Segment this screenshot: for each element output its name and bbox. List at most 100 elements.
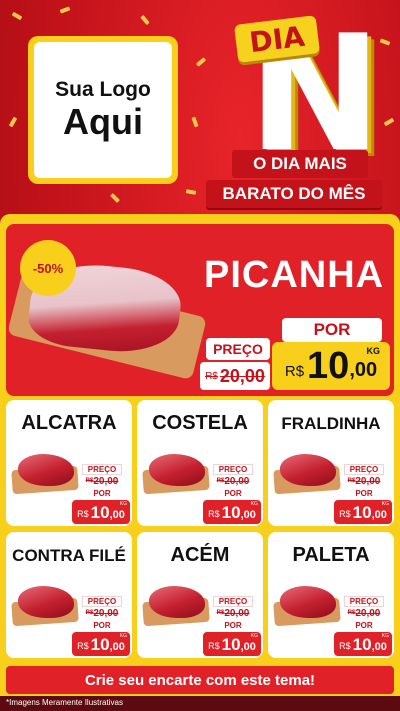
meat-image — [18, 454, 74, 486]
unit-label: KG — [366, 346, 381, 356]
unit-label: KG — [119, 633, 127, 639]
confetti — [140, 14, 150, 26]
new-price: R$ 10,00 KG — [203, 632, 261, 656]
currency: R$ — [208, 509, 220, 519]
unit-label: KG — [250, 633, 258, 639]
meat-image — [280, 586, 336, 618]
cta-banner[interactable]: Crie seu encarte com este tema! — [6, 666, 394, 694]
confetti — [195, 57, 207, 67]
logo-placeholder: Sua Logo Aqui — [28, 36, 178, 184]
unit-label: KG — [250, 501, 258, 507]
confetti — [8, 116, 18, 128]
hero-product-name: PICANHA — [204, 254, 385, 296]
meat-image — [18, 586, 74, 618]
product-name: CONTRA FILÉ — [12, 546, 126, 565]
meat-image — [149, 586, 205, 618]
product-name: COSTELA — [152, 412, 248, 434]
price-int: 10 — [221, 635, 241, 654]
old-int: 20 — [93, 607, 105, 619]
hero-offer[interactable]: -50% PICANHA POR PREÇO R$ 20 ,00 R$ 10 ,… — [6, 224, 394, 396]
product-card[interactable]: CONTRA FILÉ PREÇO R$ 20,00 POR R$ 10,00 KG — [6, 532, 132, 658]
por-label: POR — [224, 621, 242, 630]
old-dec: ,00 — [235, 475, 250, 487]
unit-label: KG — [381, 633, 389, 639]
old-int: 20 — [219, 365, 240, 386]
old-dec: ,00 — [239, 365, 265, 386]
old-price: R$ 20,00 — [82, 607, 122, 619]
new-price: R$ 10,00 KG — [203, 500, 261, 524]
logo-line-1: Sua Logo — [55, 78, 151, 102]
old-dec: ,00 — [366, 607, 381, 619]
old-currency: R$ — [85, 478, 94, 484]
old-dec: ,00 — [104, 607, 119, 619]
unit-label: KG — [381, 501, 389, 507]
preco-label: PREÇO — [344, 464, 384, 475]
old-currency: R$ — [347, 610, 356, 616]
disclaimer-text: *Imagens Meramente Ilustrativas — [6, 698, 123, 707]
old-currency: R$ — [205, 370, 218, 382]
new-price: R$ 10,00 KG — [72, 632, 130, 656]
old-int: 20 — [224, 475, 236, 487]
product-card[interactable]: ACÉM PREÇO R$ 20,00 POR R$ 10,00 KG — [137, 532, 263, 658]
logo-line-2: Aqui — [63, 101, 143, 143]
confetti — [110, 193, 120, 203]
hero-old-price: R$ 20 ,00 — [200, 362, 270, 390]
product-card[interactable]: FRALDINHA PREÇO R$ 20,00 POR R$ 10,00 KG — [268, 400, 394, 526]
price-int: 10 — [90, 635, 110, 654]
product-name: PALETA — [292, 544, 370, 566]
new-currency: R$ — [284, 363, 305, 380]
preco-label: PREÇO — [82, 464, 122, 475]
old-dec: ,00 — [366, 475, 381, 487]
hero-por-label: POR — [282, 318, 382, 342]
old-price: R$ 20,00 — [344, 607, 384, 619]
por-label: POR — [224, 489, 242, 498]
por-label: POR — [93, 489, 111, 498]
price-dec: ,00 — [240, 509, 256, 521]
product-card[interactable]: COSTELA PREÇO R$ 20,00 POR R$ 10,00 KG — [137, 400, 263, 526]
preco-label: PREÇO — [82, 596, 122, 607]
old-int: 20 — [355, 475, 367, 487]
price-dec: ,00 — [240, 641, 256, 653]
new-int: 10 — [307, 345, 350, 387]
currency: R$ — [208, 641, 220, 651]
old-currency: R$ — [216, 610, 225, 616]
price-dec: ,00 — [109, 509, 125, 521]
product-name: ALCATRA — [21, 412, 117, 434]
product-card[interactable]: PALETA PREÇO R$ 20,00 POR R$ 10,00 KG — [268, 532, 394, 658]
offers-panel: -50% PICANHA POR PREÇO R$ 20 ,00 R$ 10 ,… — [0, 214, 400, 696]
currency: R$ — [77, 641, 89, 651]
price-int: 10 — [352, 635, 372, 654]
price-int: 10 — [221, 503, 241, 522]
old-int: 20 — [355, 607, 367, 619]
new-price: R$ 10,00 KG — [334, 632, 392, 656]
old-price: R$ 20,00 — [344, 475, 384, 487]
old-dec: ,00 — [104, 475, 119, 487]
hero-preco-label: PREÇO — [206, 338, 270, 360]
new-price: R$ 10,00 KG — [334, 500, 392, 524]
old-currency: R$ — [85, 610, 94, 616]
preco-label: PREÇO — [213, 596, 253, 607]
product-name: ACÉM — [170, 544, 230, 566]
price-dec: ,00 — [371, 509, 387, 521]
old-int: 20 — [93, 475, 105, 487]
confetti — [191, 116, 199, 128]
old-int: 20 — [224, 607, 236, 619]
product-card[interactable]: ALCATRA PREÇO R$ 20,00 POR R$ 10,00 KG — [6, 400, 132, 526]
old-currency: R$ — [216, 478, 225, 484]
old-price: R$ 20,00 — [82, 475, 122, 487]
price-dec: ,00 — [109, 641, 125, 653]
confetti — [11, 11, 23, 21]
confetti — [59, 6, 71, 14]
confetti — [383, 117, 395, 127]
discount-badge: -50% — [20, 240, 76, 296]
por-label: POR — [93, 621, 111, 630]
old-dec: ,00 — [235, 607, 250, 619]
old-price: R$ 20,00 — [213, 475, 253, 487]
por-label: POR — [355, 489, 373, 498]
old-currency: R$ — [347, 478, 356, 484]
unit-label: KG — [119, 501, 127, 507]
new-dec: ,00 — [349, 359, 378, 381]
old-price: R$ 20,00 — [213, 607, 253, 619]
logo-inner: Sua Logo Aqui — [34, 42, 172, 178]
price-int: 10 — [90, 503, 110, 522]
